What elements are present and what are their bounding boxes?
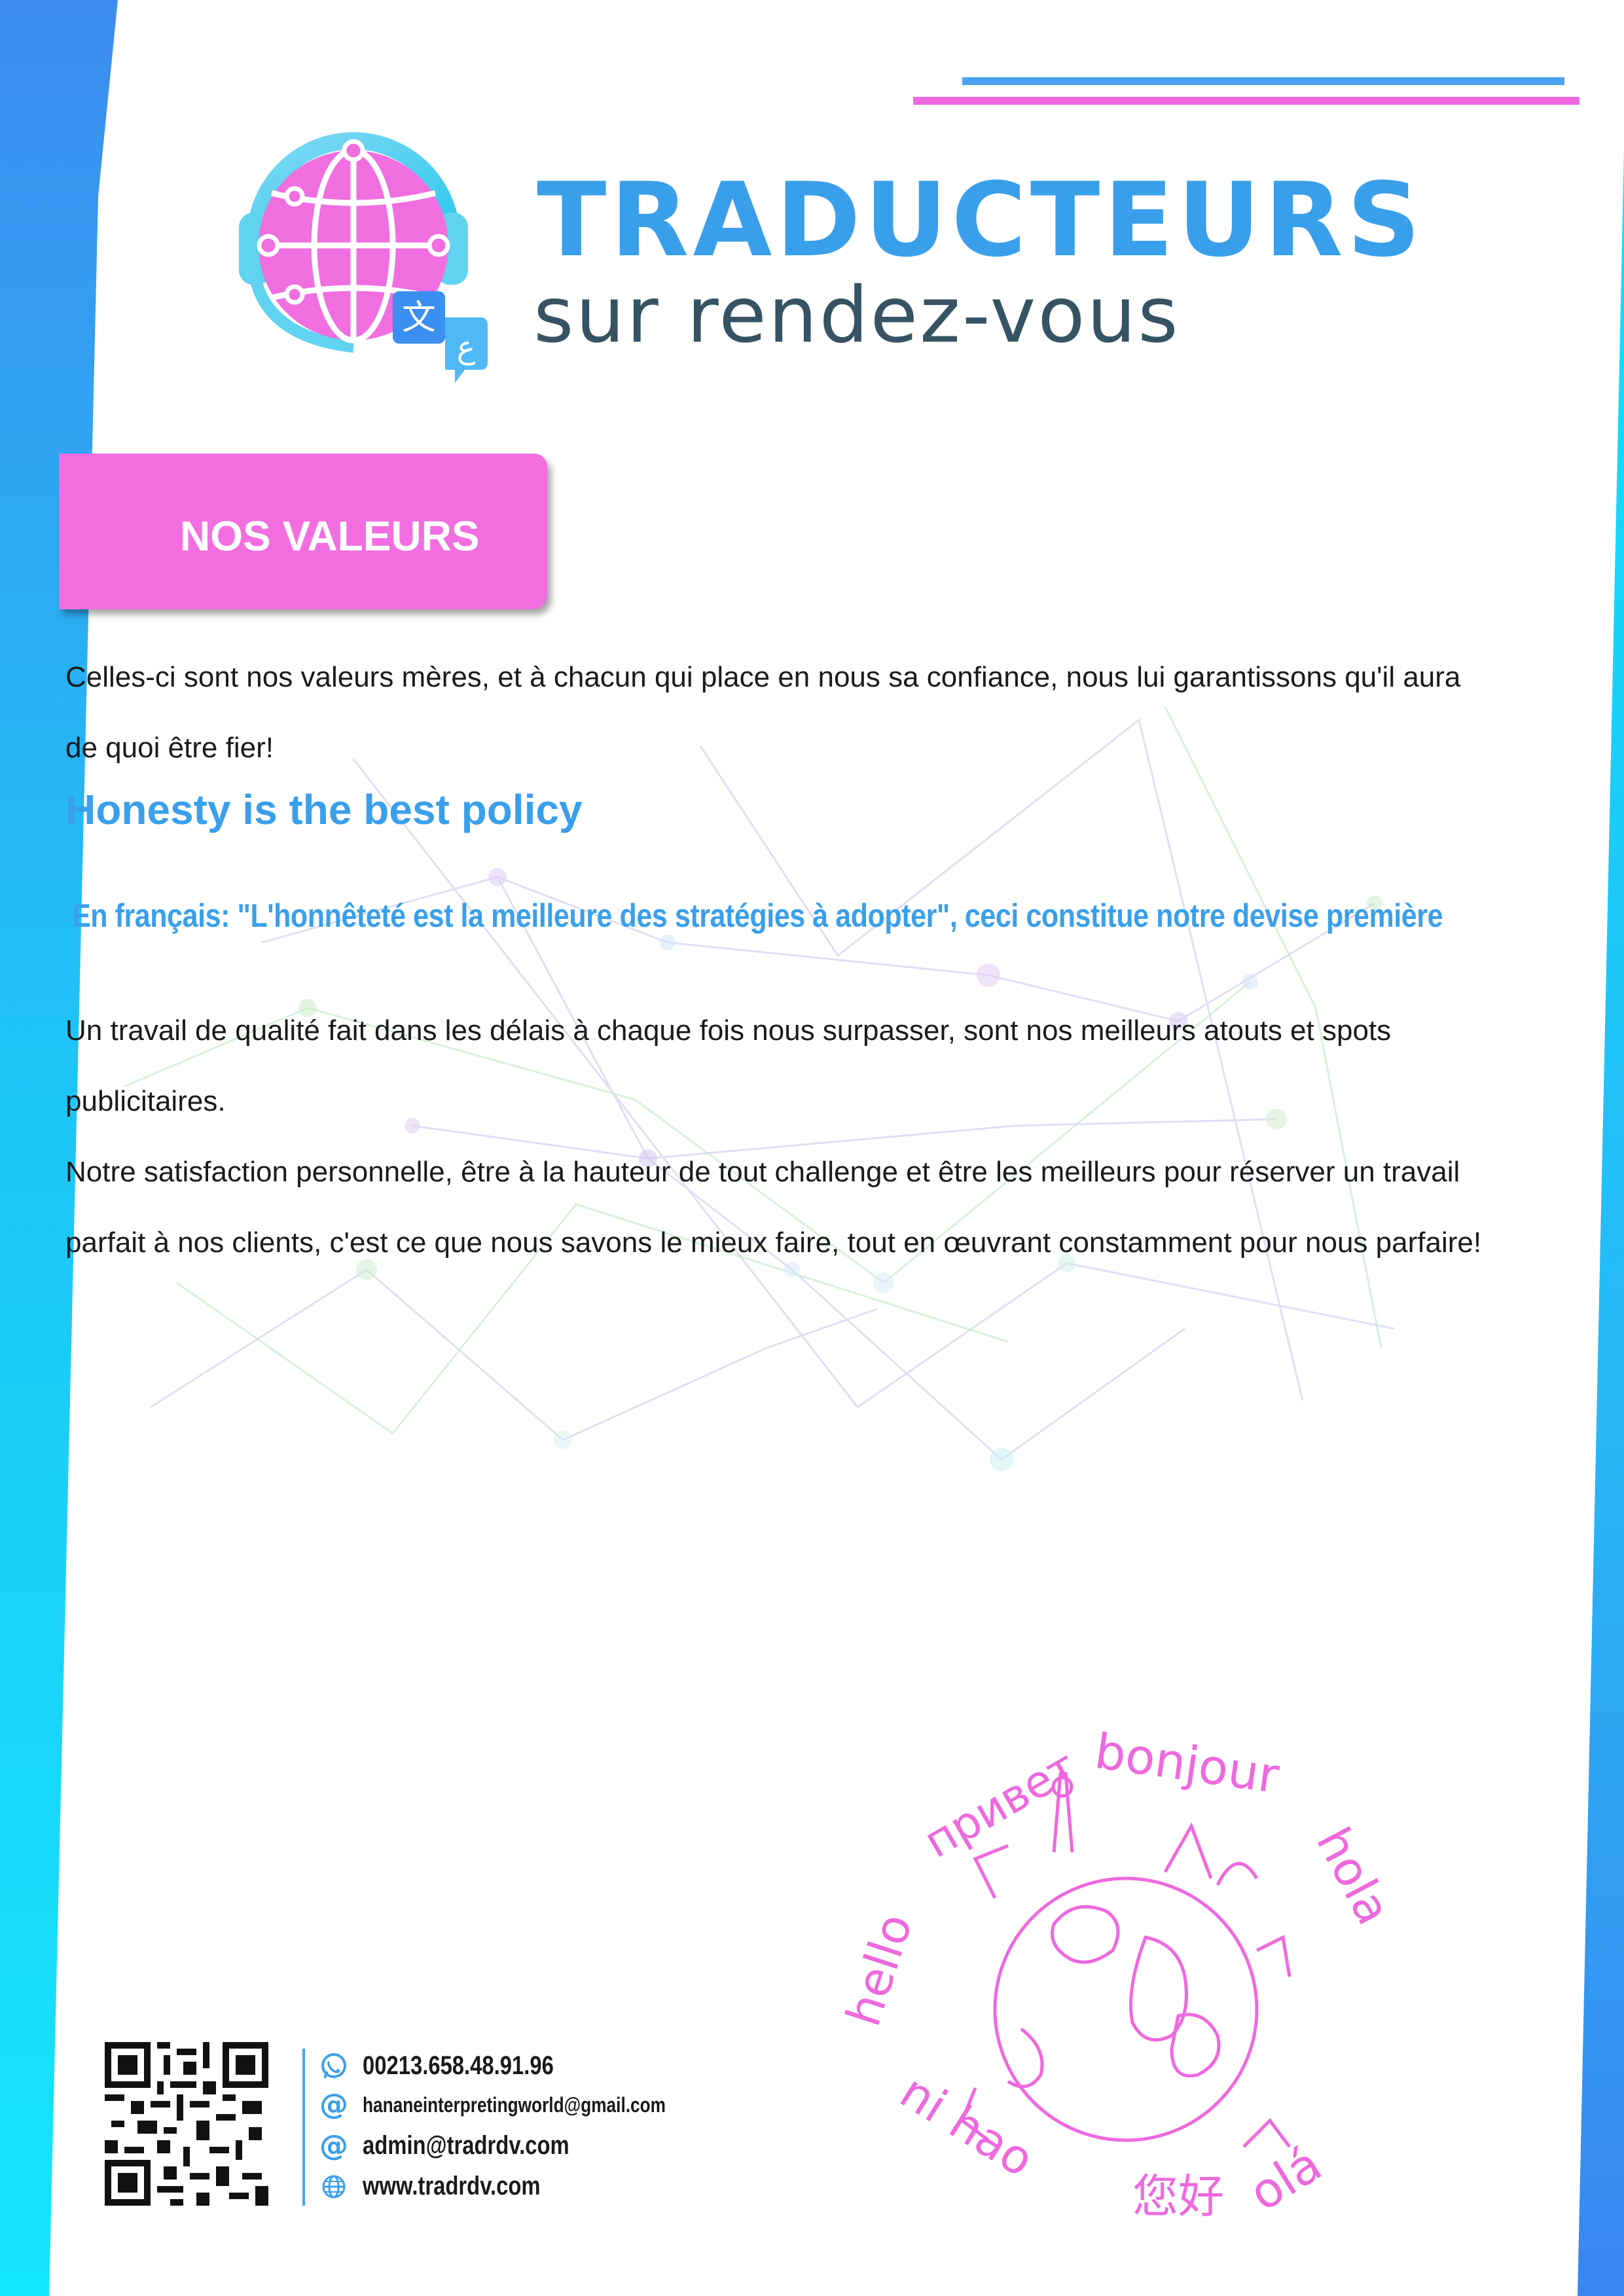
contact-email-2-text: admin@tradrdv.com bbox=[363, 2131, 569, 2160]
network-background-decoration bbox=[124, 706, 1395, 1471]
contact-phone-text: 00213.658.48.91.96 bbox=[363, 2051, 554, 2080]
section-title: NOS VALEURS bbox=[180, 512, 480, 560]
contact-divider bbox=[302, 2049, 305, 2206]
greeting-bonjour: bonjour bbox=[1091, 1723, 1282, 1805]
greeting-ninhao: 您好 bbox=[1132, 2170, 1224, 2223]
contact-website[interactable]: www.tradrdv.com bbox=[319, 2172, 579, 2201]
contact-email-2[interactable]: @ admin@tradrdv.com bbox=[319, 2131, 615, 2161]
contact-email-1-text: hananeinterpretingworld@gmail.com bbox=[363, 2092, 666, 2117]
whatsapp-icon bbox=[321, 2053, 346, 2079]
contact-email-1[interactable]: @ hananeinterpretingworld@gmail.com bbox=[319, 2090, 732, 2119]
motto-french: En français: "L'honnêteté est la meilleu… bbox=[72, 897, 1443, 934]
greeting-hello: hello bbox=[838, 1907, 923, 2032]
at-sign-icon: @ bbox=[319, 2132, 348, 2161]
at-sign-icon: @ bbox=[319, 2090, 348, 2119]
top-accent-line-blue bbox=[962, 77, 1564, 85]
greeting-ola: olá bbox=[1240, 2136, 1331, 2222]
top-accent-line-pink bbox=[913, 97, 1579, 105]
badge-glyph-cjk: 文 bbox=[402, 298, 436, 338]
svg-text:@: @ bbox=[319, 2132, 348, 2161]
svg-text:@: @ bbox=[319, 2090, 348, 2119]
greeting-nihao: ni hao bbox=[891, 2064, 1043, 2187]
globe-icon bbox=[322, 2175, 346, 2198]
motto-english: Honesty is the best policy bbox=[65, 786, 583, 833]
qr-code[interactable] bbox=[105, 2042, 268, 2206]
brand-subtitle: sur rendez-vous bbox=[533, 270, 1180, 360]
badge-glyph-arabic: ع bbox=[457, 329, 476, 366]
contact-website-text: www.tradrdv.com bbox=[363, 2172, 541, 2200]
intro-line-2: de quoi être fier! bbox=[65, 732, 274, 764]
paragraph-1-line-1: Un travail de qualité fait dans les déla… bbox=[65, 1014, 1392, 1047]
contact-phone[interactable]: 00213.658.48.91.96 bbox=[319, 2051, 596, 2081]
intro-line-1: Celles-ci sont nos valeurs mères, et à c… bbox=[65, 661, 1461, 693]
globe-headset-icon: 文 ع bbox=[239, 132, 488, 383]
paragraph-1-line-2: publicitaires. bbox=[65, 1085, 226, 1117]
paragraph-2-line-2: parfait à nos clients, c'est ce que nous… bbox=[65, 1227, 1482, 1259]
greeting-hola: hola bbox=[1306, 1819, 1401, 1933]
world-greetings-globe: hello привет bonjour hola ni hao 您好 olá bbox=[838, 1723, 1401, 2223]
brand-title: TRADUCTEURS bbox=[537, 160, 1425, 279]
paragraph-2-line-1: Notre satisfaction personnelle, être à l… bbox=[65, 1156, 1460, 1188]
